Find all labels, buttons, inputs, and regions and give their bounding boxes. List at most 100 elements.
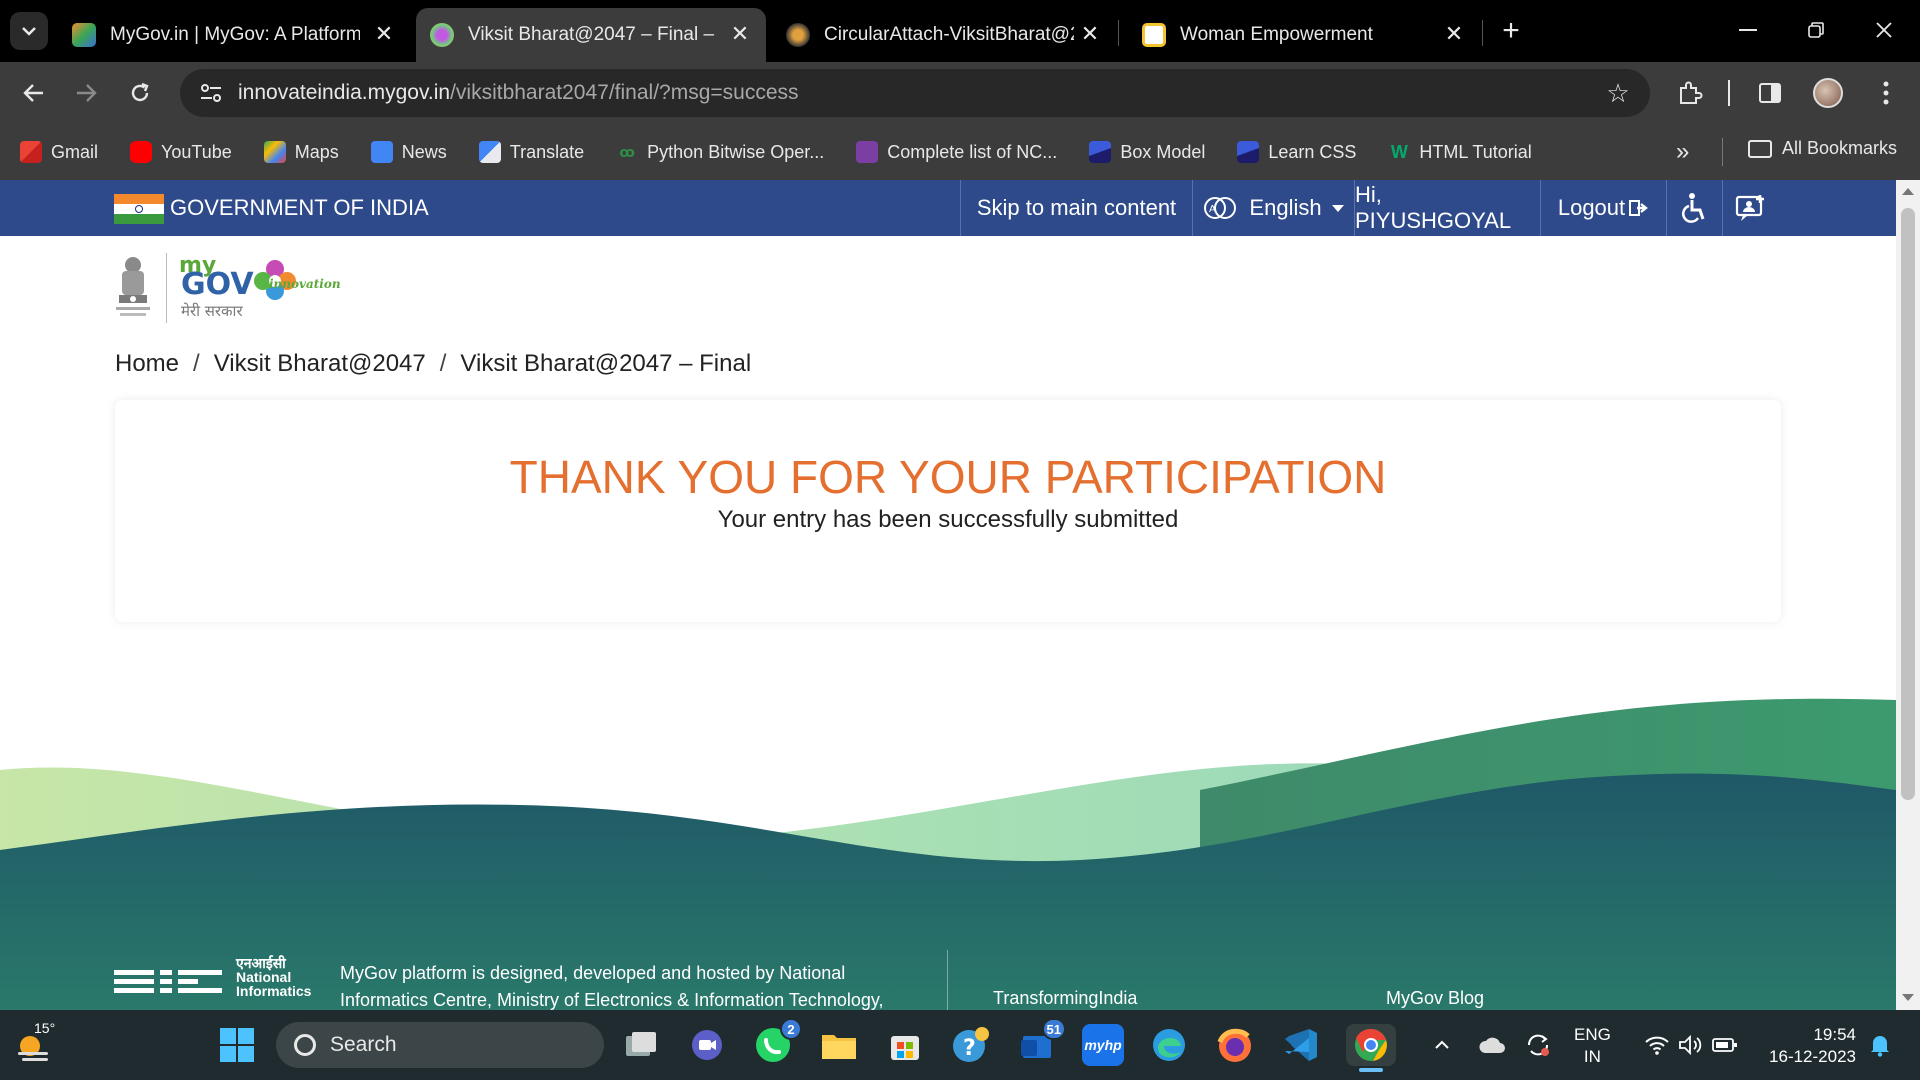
profile-button[interactable] xyxy=(1808,73,1848,113)
bookmark-label: YouTube xyxy=(161,141,232,162)
close-icon[interactable]: ✕ xyxy=(372,21,396,46)
vscode-button[interactable] xyxy=(1280,1024,1322,1066)
kebab-menu-icon xyxy=(1883,81,1889,105)
logo-gov: GOV xyxy=(181,267,254,302)
tab-viksit-bharat-final[interactable]: Viksit Bharat@2047 – Final – Inn ✕ xyxy=(416,8,766,62)
onedrive-button[interactable] xyxy=(1474,1010,1510,1080)
show-hidden-icons-button[interactable] xyxy=(1424,1010,1460,1080)
user-greeting[interactable]: Hi, PIYUSHGOYAL xyxy=(1354,180,1540,236)
page-scrollbar[interactable] xyxy=(1896,180,1920,1010)
close-window-button[interactable] xyxy=(1854,10,1914,50)
bookmark-label: Python Bitwise Oper... xyxy=(647,141,825,162)
sync-button[interactable] xyxy=(1520,1010,1556,1080)
microsoft-store-button[interactable] xyxy=(884,1024,926,1066)
close-icon[interactable]: ✕ xyxy=(728,21,752,46)
breadcrumb-viksit-bharat[interactable]: Viksit Bharat@2047 xyxy=(214,350,426,378)
nic-logo: एनआईसी National Informatics xyxy=(114,956,311,1009)
bookmark-python-bitwise[interactable]: ꝏ Python Bitwise Oper... xyxy=(616,141,824,163)
translate-icon xyxy=(478,141,501,163)
all-bookmarks-label: All Bookmarks xyxy=(1782,138,1898,158)
input-language-indicator[interactable]: ENG IN xyxy=(1574,1024,1611,1068)
get-help-button[interactable]: ? xyxy=(950,1024,992,1066)
government-header-bar: GOVERNMENT OF INDIA Skip to main content… xyxy=(0,180,1896,236)
bookmark-box-model[interactable]: Box Model xyxy=(1089,141,1205,163)
more-bookmarks-button[interactable]: » xyxy=(1676,138,1689,166)
footer-link-transforming-india[interactable]: TransformingIndia xyxy=(993,988,1137,1009)
menu-button[interactable] xyxy=(1866,73,1906,113)
minimize-button[interactable] xyxy=(1718,10,1778,50)
skip-to-main-content-link[interactable]: Skip to main content xyxy=(960,180,1192,236)
url-text: innovateindia.mygov.in/viksitbharat2047/… xyxy=(238,81,799,105)
tab-mygov[interactable]: MyGov.in | MyGov: A Platform f ✕ xyxy=(58,8,410,62)
bookmark-youtube[interactable]: YouTube xyxy=(130,141,232,163)
bookmark-ncert-list[interactable]: Complete list of NC... xyxy=(856,141,1057,163)
notifications-button[interactable] xyxy=(1862,1010,1898,1080)
extensions-button[interactable] xyxy=(1670,73,1710,113)
logo-separator xyxy=(166,253,167,323)
logout-button[interactable]: Logout xyxy=(1540,180,1666,236)
whatsapp-button[interactable]: 2 xyxy=(752,1018,802,1066)
scroll-thumb[interactable] xyxy=(1901,208,1915,800)
close-icon[interactable]: ✕ xyxy=(1442,21,1466,46)
task-view-button[interactable] xyxy=(620,1024,662,1066)
gfg-icon: ꝏ xyxy=(619,143,635,160)
bookmark-label: Maps xyxy=(294,141,339,162)
tab-search-button[interactable] xyxy=(10,12,48,50)
close-icon xyxy=(1876,22,1892,38)
taskbar-search[interactable]: Search xyxy=(276,1022,604,1068)
myhp-button[interactable]: myhp xyxy=(1082,1024,1124,1066)
language-selector[interactable]: A English xyxy=(1192,180,1354,236)
file-explorer-button[interactable] xyxy=(818,1024,860,1066)
chevron-down-icon xyxy=(22,27,36,36)
clock-time: 19:54 xyxy=(1813,1025,1856,1044)
close-icon[interactable]: ✕ xyxy=(1078,21,1102,46)
bookmark-translate[interactable]: Translate xyxy=(478,141,584,163)
chrome-button[interactable] xyxy=(1346,1024,1396,1066)
new-tab-button[interactable]: + xyxy=(1494,14,1528,48)
back-button[interactable] xyxy=(14,73,54,113)
browser-toolbar: innovateindia.mygov.in/viksitbharat2047/… xyxy=(0,62,1920,124)
codecademy-icon xyxy=(1089,141,1112,163)
accessibility-button[interactable] xyxy=(1666,180,1722,236)
restore-button[interactable] xyxy=(1786,10,1846,50)
breadcrumb-home[interactable]: Home xyxy=(115,350,179,378)
feedback-button[interactable] xyxy=(1722,180,1778,236)
network-volume-battery-button[interactable] xyxy=(1636,1010,1746,1080)
folder-icon xyxy=(1748,139,1772,158)
chevron-up-icon xyxy=(1435,1040,1449,1049)
mygov-wordmark: my GOV innovation मेरी सरकार xyxy=(179,253,349,323)
teams-meet-button[interactable] xyxy=(686,1024,728,1066)
bookmark-maps[interactable]: Maps xyxy=(263,141,339,163)
taskbar-search-label: Search xyxy=(330,1033,397,1056)
system-clock[interactable]: 19:54 16-12-2023 xyxy=(1752,1024,1856,1068)
mygov-logo[interactable]: my GOV innovation मेरी सरकार xyxy=(112,248,349,328)
bookmark-star-icon[interactable]: ☆ xyxy=(1602,77,1634,109)
sync-icon xyxy=(1527,1034,1549,1056)
forward-button[interactable] xyxy=(66,73,106,113)
all-bookmarks-button[interactable]: All Bookmarks xyxy=(1748,138,1897,159)
chrome-icon xyxy=(1355,1028,1387,1061)
scroll-down-icon[interactable] xyxy=(1902,994,1914,1001)
minimize-icon xyxy=(1739,29,1757,31)
side-panel-button[interactable] xyxy=(1750,73,1790,113)
bookmark-gmail[interactable]: Gmail xyxy=(20,141,98,163)
bookmark-learn-css[interactable]: Learn CSS xyxy=(1237,141,1356,163)
nic-label: एनआईसी National Informatics xyxy=(236,956,311,998)
outlook-button[interactable]: 51 xyxy=(1016,1018,1066,1066)
svg-text:?: ? xyxy=(963,1036,976,1061)
breadcrumb-current: Viksit Bharat@2047 – Final xyxy=(460,350,752,377)
tab-woman-empowerment[interactable]: Woman Empowerment ✕ xyxy=(1128,8,1480,62)
footer-link-mygov-blog[interactable]: MyGov Blog xyxy=(1386,988,1484,1009)
start-button[interactable] xyxy=(216,1024,258,1066)
scroll-up-icon[interactable] xyxy=(1902,188,1914,195)
bookmark-news[interactable]: News xyxy=(370,141,447,163)
firefox-button[interactable] xyxy=(1214,1024,1256,1066)
edge-button[interactable] xyxy=(1148,1024,1190,1066)
bookmark-html-tutorial[interactable]: W HTML Tutorial xyxy=(1388,141,1532,163)
site-info-icon[interactable] xyxy=(196,78,226,108)
reload-button[interactable] xyxy=(120,73,160,113)
clock-date: 16-12-2023 xyxy=(1769,1047,1856,1066)
windows-logo-icon xyxy=(220,1028,254,1062)
tab-circular-attach[interactable]: CircularAttach-ViksitBharat@20 ✕ xyxy=(772,8,1116,62)
address-bar[interactable]: innovateindia.mygov.in/viksitbharat2047/… xyxy=(180,69,1650,117)
